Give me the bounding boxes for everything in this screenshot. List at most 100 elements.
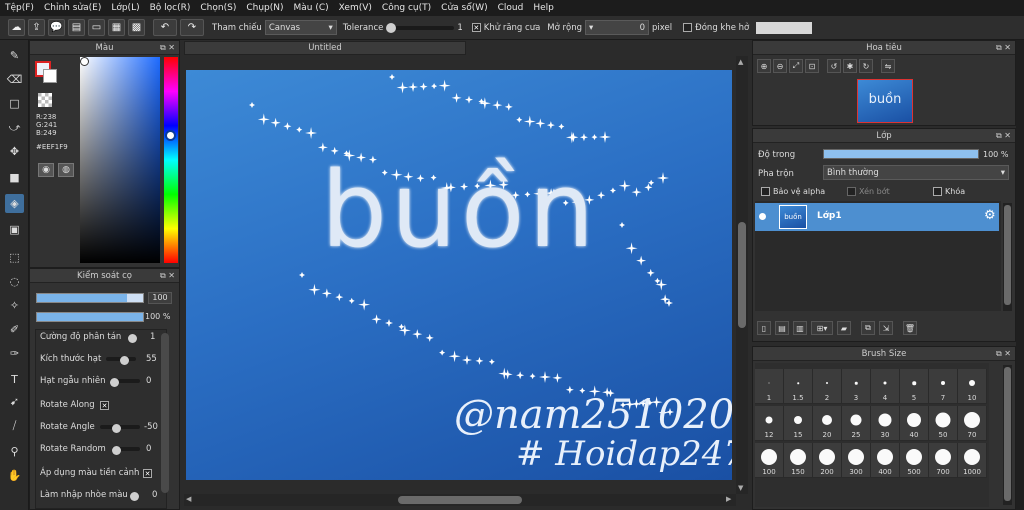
menu-item[interactable]: Chỉnh sửa(E) [39, 3, 106, 13]
gradient-tool-icon[interactable]: ▣ [5, 220, 24, 239]
select-rect-tool-icon[interactable]: ⬚ [5, 248, 24, 267]
document-tab[interactable]: Untitled [184, 41, 466, 55]
brush-size-cell[interactable]: 200 [813, 443, 842, 478]
panel-controls-icon[interactable]: ⧉ ✕ [996, 129, 1011, 143]
brush-size-cell[interactable]: 70 [958, 406, 987, 441]
menu-item[interactable]: Lớp(L) [106, 3, 144, 13]
layer-visibility-icon[interactable] [759, 213, 766, 220]
scroll-right-icon[interactable]: ▶ [726, 495, 731, 503]
rotate-left-icon[interactable]: ↺ [827, 59, 841, 73]
comment-icon[interactable]: ▤ [68, 19, 85, 36]
brush-size-cell[interactable]: 700 [929, 443, 958, 478]
rotate-along-checkbox[interactable]: ✕ [100, 401, 109, 410]
lock-option[interactable]: Khóa [933, 187, 965, 196]
vertical-scrollbar[interactable]: ▲ ▼ [736, 56, 748, 494]
close-gap-input[interactable] [756, 21, 813, 34]
bucket-tool-icon[interactable]: ◈ [5, 194, 24, 213]
setting-knob[interactable] [110, 378, 119, 387]
brush-tool-icon[interactable]: ✎ [5, 46, 24, 65]
clipping-checkbox[interactable] [847, 187, 856, 196]
antialias-checkbox[interactable]: ✕ [471, 23, 481, 32]
menu-item[interactable]: Xem(V) [334, 3, 377, 13]
brush-size-cell[interactable]: 30 [871, 406, 900, 441]
expand-input[interactable]: ▾ 0 [585, 20, 650, 35]
setting-knob[interactable] [128, 334, 137, 343]
brush-size-cell[interactable]: 5 [900, 369, 929, 404]
divide-tool-icon[interactable]: ⧸ [5, 416, 24, 435]
brush-size-cell[interactable]: 4 [871, 369, 900, 404]
brush-size-cell[interactable]: 1.5 [784, 369, 813, 404]
fit-icon[interactable]: ⤢ [789, 59, 803, 73]
brush-size-cell[interactable]: 3 [842, 369, 871, 404]
brush-size-cell[interactable]: 1 [755, 369, 784, 404]
note-icon[interactable]: ▭ [88, 19, 105, 36]
background-swatch[interactable] [43, 69, 57, 83]
new-layer-3-icon[interactable]: ▥ [793, 321, 807, 335]
palette-icon[interactable]: ◉ [38, 163, 54, 177]
picker-cursor[interactable] [80, 57, 89, 66]
panel-controls-icon[interactable]: ⧉ ✕ [996, 347, 1011, 361]
setting-knob[interactable] [112, 424, 121, 433]
brush-size-cell[interactable]: 12 [755, 406, 784, 441]
brush-size-cell[interactable]: 1000 [958, 443, 987, 478]
scroll-down-icon[interactable]: ▼ [738, 484, 743, 492]
brush-size-value[interactable]: 100 [148, 292, 172, 304]
brush-size-bar[interactable] [36, 293, 144, 303]
brush-opacity-bar[interactable] [36, 312, 144, 322]
brush-size-cell[interactable]: 150 [784, 443, 813, 478]
hue-slider[interactable] [164, 57, 178, 263]
layout-icon[interactable]: ▦ [108, 19, 125, 36]
tolerance-knob[interactable] [386, 22, 397, 33]
lock-checkbox[interactable] [933, 187, 942, 196]
reset-rotation-icon[interactable]: ✱ [843, 59, 857, 73]
merge-layer-icon[interactable]: ⇲ [879, 321, 893, 335]
brush-settings-scrollbar[interactable] [161, 333, 169, 493]
hue-cursor[interactable] [165, 130, 176, 141]
eraser-tool-icon[interactable]: ⌫ [5, 70, 24, 89]
chat-icon[interactable]: 💬 [48, 19, 65, 36]
magic-wand-tool-icon[interactable]: ✧ [5, 296, 24, 315]
protect-alpha-option[interactable]: Bảo vệ alpha [761, 187, 825, 196]
setting-knob[interactable] [120, 356, 129, 365]
layer-settings-gear-icon[interactable]: ⚙ [984, 208, 996, 223]
cloud-icon[interactable]: ☁ [8, 19, 25, 36]
operation-tool-icon[interactable]: ➹ [5, 392, 24, 411]
redo-button[interactable]: ↷ [180, 19, 204, 36]
brush-size-cell[interactable]: 400 [871, 443, 900, 478]
select-pen-tool-icon[interactable]: ✐ [5, 320, 24, 339]
brush-size-cell[interactable]: 15 [784, 406, 813, 441]
flip-icon[interactable]: ⇋ [881, 59, 895, 73]
delete-layer-icon[interactable]: 🗑 [903, 321, 917, 335]
layer-opacity-bar[interactable] [823, 149, 979, 159]
panel-controls-icon[interactable]: ⧉ ✕ [996, 41, 1011, 55]
lasso-tool-icon[interactable]: ◌ [5, 272, 24, 291]
apply-fg-color-checkbox[interactable]: ✕ [143, 469, 152, 478]
hand-tool-icon[interactable]: ✋ [5, 466, 24, 485]
transparent-swatch[interactable] [38, 93, 52, 107]
actual-size-icon[interactable]: ⊡ [805, 59, 819, 73]
reference-select[interactable]: Canvas ▾ [264, 20, 337, 35]
layer-row[interactable]: buồn Lớp1 ⚙ [755, 203, 999, 231]
tolerance-slider[interactable] [386, 22, 455, 34]
scroll-up-icon[interactable]: ▲ [738, 58, 743, 66]
zoom-in-icon[interactable]: ⊕ [757, 59, 771, 73]
layer-list-scrollbar[interactable] [1003, 203, 1012, 311]
setting-knob[interactable] [130, 492, 139, 501]
brush-size-scrollbar[interactable] [1003, 365, 1012, 505]
menu-item[interactable]: Bộ lọc(R) [145, 3, 196, 13]
menu-item[interactable]: Help [528, 3, 559, 13]
duplicate-layer-icon[interactable]: ⧉ [861, 321, 875, 335]
panel-controls-icon[interactable]: ⧉ ✕ [160, 41, 175, 55]
panel-controls-icon[interactable]: ⧉ ✕ [160, 269, 175, 283]
smudge-tool-icon[interactable]: ⤻ [5, 118, 24, 137]
new-layer-2-icon[interactable]: ▤ [775, 321, 789, 335]
brush-size-cell[interactable]: 100 [755, 443, 784, 478]
brush-size-cell[interactable]: 500 [900, 443, 929, 478]
menu-item[interactable]: Màu (C) [289, 3, 334, 13]
protect-alpha-checkbox[interactable] [761, 187, 770, 196]
brush-size-cell[interactable]: 7 [929, 369, 958, 404]
menu-item[interactable]: Chụp(N) [241, 3, 288, 13]
rotate-right-icon[interactable]: ↻ [859, 59, 873, 73]
zoom-out-icon[interactable]: ⊖ [773, 59, 787, 73]
menu-item[interactable]: Tệp(F) [0, 3, 39, 13]
